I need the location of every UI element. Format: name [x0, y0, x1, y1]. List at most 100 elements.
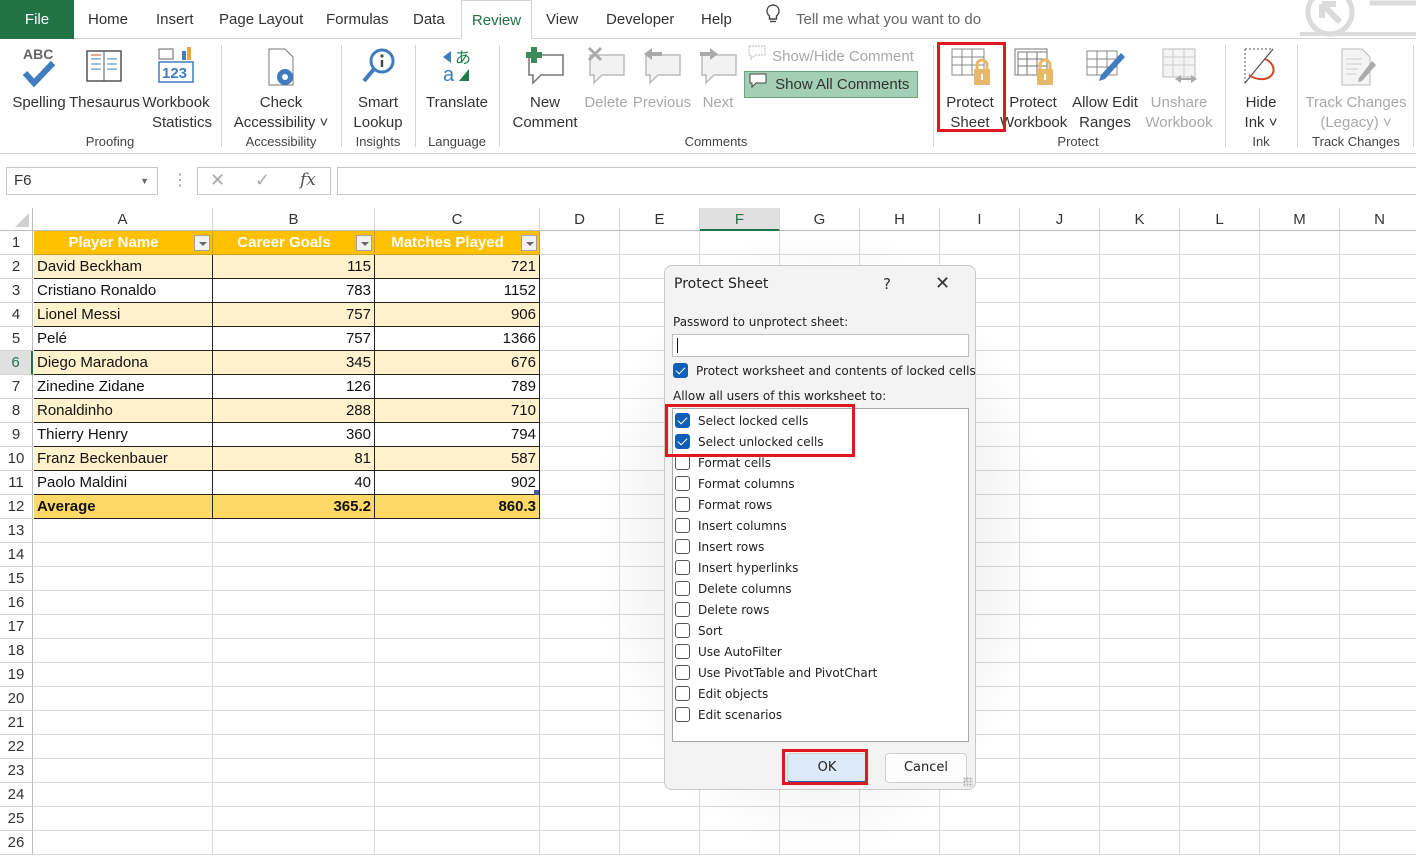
permission-checkbox[interactable] — [675, 602, 690, 617]
table-header-cell[interactable]: Player Name — [34, 231, 213, 255]
permission-checkbox[interactable] — [675, 581, 690, 596]
spelling-button[interactable]: ABC Spelling — [10, 45, 68, 113]
permission-option[interactable]: Insert rows — [673, 537, 963, 558]
table-cell[interactable]: 40 — [213, 471, 375, 495]
table-header-cell[interactable]: Matches Played — [375, 231, 540, 255]
tab-view[interactable]: View — [533, 0, 591, 39]
row-header-18[interactable]: 18 — [0, 639, 33, 663]
row-header-10[interactable]: 10 — [0, 447, 33, 471]
table-cell[interactable]: 115 — [213, 255, 375, 279]
tab-home[interactable]: Home — [75, 0, 141, 39]
select-all-corner[interactable] — [0, 208, 33, 231]
tab-file[interactable]: File — [0, 0, 74, 39]
column-header-k[interactable]: K — [1100, 208, 1180, 231]
row-header-20[interactable]: 20 — [0, 687, 33, 711]
password-field[interactable] — [672, 334, 969, 357]
tell-me-search[interactable]: Tell me what you want to do — [764, 0, 981, 39]
table-cell[interactable]: Zinedine Zidane — [34, 375, 213, 399]
row-header-4[interactable]: 4 — [0, 303, 33, 327]
row-header-16[interactable]: 16 — [0, 591, 33, 615]
filter-dropdown-icon[interactable] — [356, 235, 372, 251]
table-cell[interactable]: 345 — [213, 351, 375, 375]
table-cell[interactable]: 1366 — [375, 327, 540, 351]
filter-dropdown-icon[interactable] — [521, 235, 537, 251]
permission-checkbox[interactable] — [675, 413, 690, 428]
permission-checkbox[interactable] — [675, 644, 690, 659]
workbook-statistics-button[interactable]: 123 Workbook Statistics — [140, 45, 212, 133]
row-header-5[interactable]: 5 — [0, 327, 33, 351]
table-cell[interactable]: 757 — [213, 303, 375, 327]
table-cell[interactable]: Ronaldinho — [34, 399, 213, 423]
ok-button[interactable]: OK — [787, 753, 867, 783]
column-header-j[interactable]: J — [1020, 208, 1100, 231]
column-header-d[interactable]: D — [540, 208, 620, 231]
filter-dropdown-icon[interactable] — [194, 235, 210, 251]
table-resize-handle[interactable] — [534, 490, 539, 495]
table-cell[interactable]: 81 — [213, 447, 375, 471]
table-cell[interactable]: Lionel Messi — [34, 303, 213, 327]
table-cell[interactable]: 710 — [375, 399, 540, 423]
name-box[interactable]: F6 ▼ — [6, 167, 158, 195]
permission-option[interactable]: Select locked cells — [673, 411, 963, 432]
chevron-down-icon[interactable]: ▼ — [140, 168, 149, 194]
permission-checkbox[interactable] — [675, 434, 690, 449]
column-header-g[interactable]: G — [780, 208, 860, 231]
insert-function-icon[interactable]: fx — [300, 170, 316, 190]
column-header-f[interactable]: F — [700, 208, 780, 231]
table-cell[interactable]: 587 — [375, 447, 540, 471]
permission-option[interactable]: Format columns — [673, 474, 963, 495]
average-cell[interactable]: 860.3 — [375, 495, 540, 519]
column-header-b[interactable]: B — [213, 208, 375, 231]
row-header-17[interactable]: 17 — [0, 615, 33, 639]
column-header-c[interactable]: C — [375, 208, 540, 231]
column-header-i[interactable]: I — [940, 208, 1020, 231]
thesaurus-button[interactable]: Thesaurus — [69, 45, 140, 113]
tab-formulas[interactable]: Formulas — [313, 0, 402, 39]
permission-checkbox[interactable] — [675, 455, 690, 470]
permission-option[interactable]: Select unlocked cells — [673, 432, 963, 453]
row-header-6[interactable]: 6 — [0, 351, 33, 375]
permission-option[interactable]: Delete columns — [673, 579, 963, 600]
table-cell[interactable]: Diego Maradona — [34, 351, 213, 375]
row-header-19[interactable]: 19 — [0, 663, 33, 687]
help-button[interactable]: ? — [883, 275, 891, 293]
row-header-13[interactable]: 13 — [0, 519, 33, 543]
row-header-23[interactable]: 23 — [0, 759, 33, 783]
table-cell[interactable]: 906 — [375, 303, 540, 327]
close-icon[interactable]: ✕ — [935, 273, 950, 294]
permission-option[interactable]: Edit objects — [673, 684, 963, 705]
hide-ink-button[interactable]: Hide Ink ˅ — [1234, 45, 1288, 133]
permission-checkbox[interactable] — [675, 623, 690, 638]
column-header-e[interactable]: E — [620, 208, 700, 231]
table-header-cell[interactable]: Career Goals — [213, 231, 375, 255]
tab-insert[interactable]: Insert — [143, 0, 207, 39]
row-header-26[interactable]: 26 — [0, 831, 33, 855]
unshare-workbook-button[interactable]: Unshare Workbook — [1144, 45, 1214, 133]
table-cell[interactable]: 794 — [375, 423, 540, 447]
row-header-2[interactable]: 2 — [0, 255, 33, 279]
row-header-21[interactable]: 21 — [0, 711, 33, 735]
average-cell[interactable]: 365.2 — [213, 495, 375, 519]
permission-checkbox[interactable] — [675, 497, 690, 512]
permission-checkbox[interactable] — [675, 476, 690, 491]
permission-option[interactable]: Insert columns — [673, 516, 963, 537]
column-header-l[interactable]: L — [1180, 208, 1260, 231]
row-header-24[interactable]: 24 — [0, 783, 33, 807]
permission-option[interactable]: Sort — [673, 621, 963, 642]
permission-option[interactable]: Format rows — [673, 495, 963, 516]
allow-edit-ranges-button[interactable]: Allow Edit Ranges — [1068, 45, 1142, 133]
table-cell[interactable]: 676 — [375, 351, 540, 375]
table-cell[interactable]: 288 — [213, 399, 375, 423]
resize-grip-icon[interactable] — [963, 777, 973, 787]
formula-input[interactable] — [337, 167, 1416, 195]
next-comment-button[interactable]: Next — [696, 45, 740, 113]
table-cell[interactable]: 721 — [375, 255, 540, 279]
table-cell[interactable]: 789 — [375, 375, 540, 399]
permission-option[interactable]: Delete rows — [673, 600, 963, 621]
row-header-12[interactable]: 12 — [0, 495, 33, 519]
permission-option[interactable]: Format cells — [673, 453, 963, 474]
row-header-3[interactable]: 3 — [0, 279, 33, 303]
formula-bar-grip-icon[interactable]: ⋮ — [172, 170, 188, 192]
column-header-a[interactable]: A — [33, 208, 213, 231]
row-header-11[interactable]: 11 — [0, 471, 33, 495]
